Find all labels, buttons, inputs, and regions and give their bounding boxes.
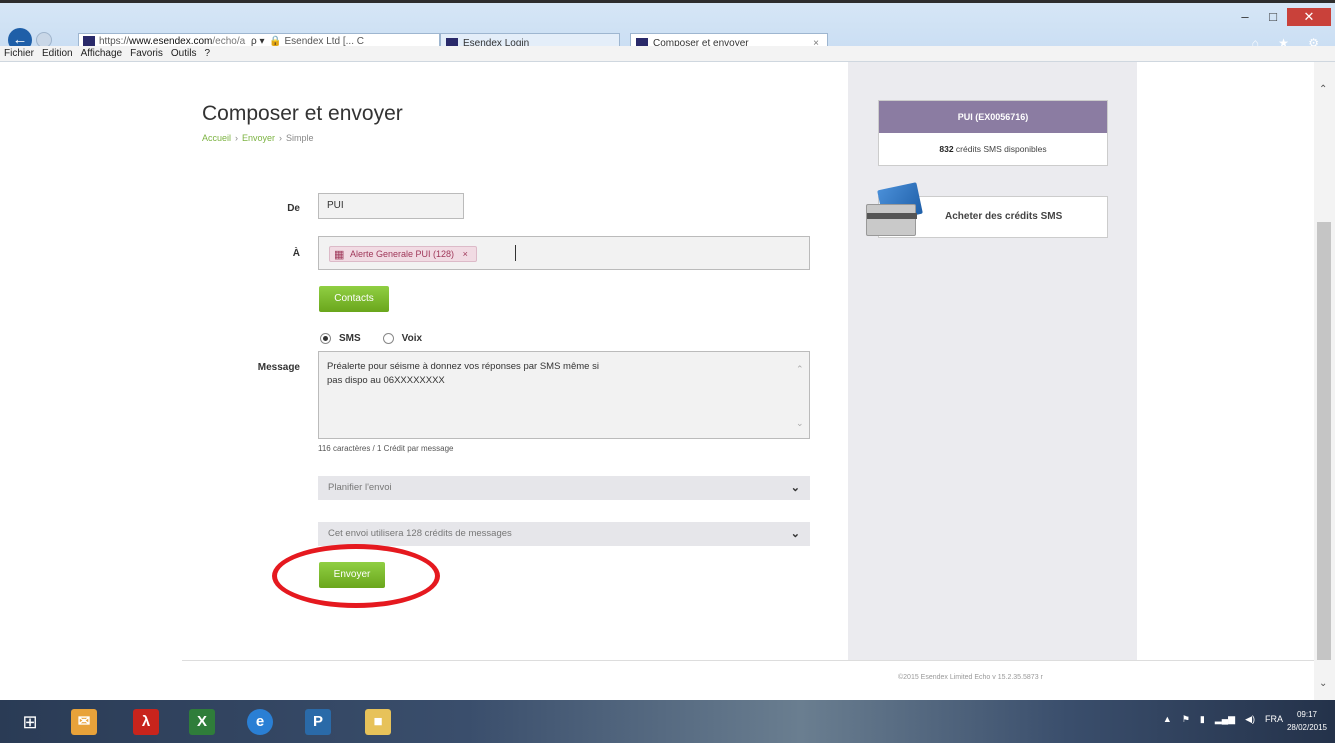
credits-usage-label: Cet envoi utilisera 128 crédits de messa…: [328, 528, 512, 539]
scroll-down-icon[interactable]: ⌄: [796, 416, 804, 430]
window-controls: – □ ✕: [1231, 8, 1331, 26]
input-language[interactable]: FRA: [1265, 714, 1283, 725]
clock-time: 09:17: [1296, 710, 1317, 719]
file-explorer-icon[interactable]: ■: [356, 704, 400, 740]
menu-edition[interactable]: Edition: [42, 46, 73, 61]
schedule-accordion[interactable]: Planifier l'envoi ⌄: [318, 476, 810, 500]
to-label: À: [292, 248, 300, 259]
footer-copyright: ©2015 Esendex Limited Echo v 15.2.35.587…: [898, 674, 1043, 681]
voice-radio[interactable]: [382, 333, 394, 344]
textarea-scrollbar[interactable]: ⌃ ⌄: [795, 356, 807, 434]
show-hidden-icons-icon[interactable]: ▲: [1163, 714, 1172, 725]
menu-help[interactable]: ?: [204, 46, 210, 61]
scroll-down-icon[interactable]: ⌄: [1319, 678, 1327, 689]
clock-date: 28/02/2015: [1286, 723, 1327, 732]
annotation-circle: [272, 544, 440, 608]
internet-explorer-icon[interactable]: e: [238, 704, 282, 740]
close-window-button[interactable]: ✕: [1287, 8, 1331, 26]
scroll-up-icon[interactable]: ⌃: [1319, 84, 1327, 95]
credits-accordion[interactable]: Cet envoi utilisera 128 crédits de messa…: [318, 522, 810, 546]
text-caret: [515, 245, 516, 261]
battery-icon[interactable]: ▮: [1200, 714, 1205, 725]
page-title: Composer et envoyer: [202, 102, 403, 125]
account-panel: PUI (EX0056716) 832 crédits SMS disponib…: [878, 100, 1108, 166]
from-field[interactable]: PUI: [318, 193, 464, 219]
menu-favoris[interactable]: Favoris: [130, 46, 163, 61]
windows-start-icon[interactable]: ⊞: [8, 704, 52, 740]
breadcrumb-home[interactable]: Accueil: [202, 133, 231, 143]
publisher-icon[interactable]: P: [296, 704, 340, 740]
credits-available: 832 crédits SMS disponibles: [879, 133, 1107, 165]
menu-outils[interactable]: Outils: [171, 46, 197, 61]
footer-divider: [182, 660, 1322, 661]
outlook-icon[interactable]: ✉: [62, 704, 106, 740]
menu-fichier[interactable]: Fichier: [4, 46, 34, 61]
message-label: Message: [257, 362, 300, 373]
sms-radio[interactable]: [320, 333, 331, 344]
breadcrumb-separator: ›: [235, 133, 239, 143]
buy-credits-label: Acheter des crédits SMS: [945, 211, 1063, 222]
credit-card-icon: [866, 182, 923, 238]
system-clock[interactable]: 09:17 28/02/2015: [1287, 708, 1327, 734]
volume-icon[interactable]: ◀): [1245, 714, 1255, 725]
breadcrumb-envoyer[interactable]: Envoyer: [242, 133, 275, 143]
page-content: Composer et envoyer Accueil › Envoyer › Simp…: [0, 62, 1335, 700]
contacts-button[interactable]: Contacts: [319, 286, 389, 312]
excel-icon[interactable]: X: [180, 704, 224, 740]
account-name: PUI (EX0056716): [879, 101, 1107, 133]
minimize-button[interactable]: –: [1231, 8, 1259, 26]
remove-chip-icon[interactable]: ×: [463, 249, 468, 259]
system-tray: ▲ ⚑ ▮ ▂▄▆ ◀) FRA: [1163, 714, 1283, 725]
recipients-field[interactable]: ▦ Alerte Generale PUI (128) ×: [318, 236, 810, 270]
message-line: Préalerte pour séisme à donnez vos répon…: [327, 361, 599, 372]
scroll-up-icon[interactable]: ⌃: [796, 362, 804, 376]
schedule-label: Planifier l'envoi: [328, 482, 392, 493]
sms-radio-label: SMS: [339, 333, 361, 344]
menu-affichage[interactable]: Affichage: [81, 46, 123, 61]
menu-bar: Fichier Edition Affichage Favoris Outils…: [0, 46, 1335, 62]
acrobat-icon[interactable]: λ: [124, 704, 168, 740]
credits-text: crédits SMS disponibles: [955, 144, 1047, 154]
network-icon[interactable]: ▂▄▆: [1215, 714, 1235, 725]
breadcrumb-separator: ›: [279, 133, 283, 143]
chevron-down-icon: ⌄: [790, 482, 800, 494]
from-label: De: [287, 203, 300, 214]
voice-radio-label: Voix: [401, 333, 423, 344]
maximize-button[interactable]: □: [1259, 8, 1287, 26]
message-textarea[interactable]: Préalerte pour séisme à donnez vos répon…: [318, 351, 810, 439]
message-line: pas dispo au 06XXXXXXXX: [327, 375, 445, 386]
page-scrollbar[interactable]: ⌃ ⌄: [1314, 62, 1335, 700]
breadcrumb: Accueil › Envoyer › Simple: [202, 133, 314, 143]
message-type-group: SMS Voix: [320, 333, 422, 344]
chevron-down-icon: ⌄: [790, 528, 800, 540]
breadcrumb-current: Simple: [286, 133, 314, 143]
taskbar: ⊞ ✉ λ X e P ■ ▲ ⚑ ▮ ▂▄▆ ◀) FRA 09:17 28/…: [0, 700, 1335, 743]
scroll-thumb[interactable]: [1317, 222, 1331, 660]
group-icon: ▦: [334, 249, 345, 261]
flag-icon[interactable]: ⚑: [1182, 714, 1190, 725]
recipient-chip-label: Alerte Generale PUI (128): [350, 249, 455, 259]
character-counter: 116 caractères / 1 Crédit par message: [318, 444, 454, 453]
recipient-chip[interactable]: ▦ Alerte Generale PUI (128) ×: [329, 246, 477, 262]
credits-count: 832: [939, 144, 954, 154]
